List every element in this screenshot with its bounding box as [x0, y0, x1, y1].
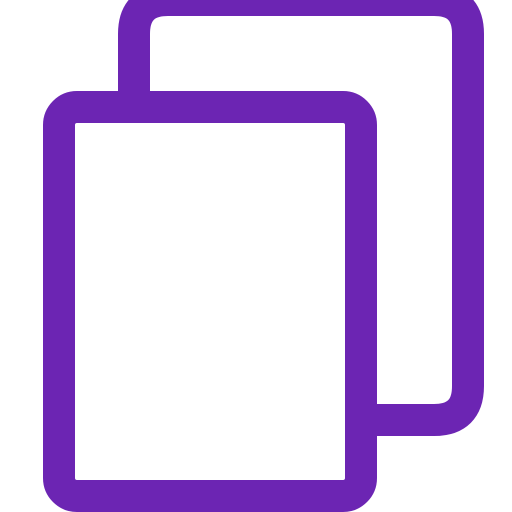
copy-icon — [43, 0, 484, 512]
icon-canvas — [0, 0, 512, 512]
back-page-outline — [118, 0, 484, 436]
front-page-outline — [43, 91, 377, 512]
